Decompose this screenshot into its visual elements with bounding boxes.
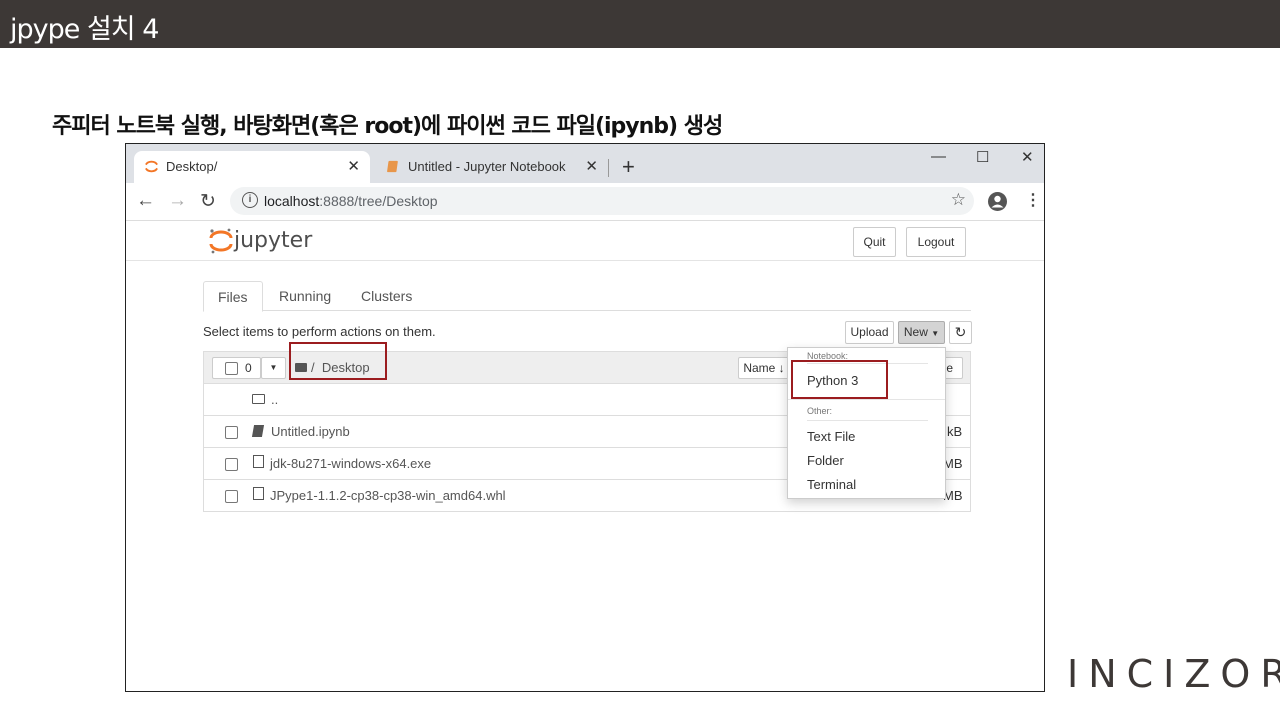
site-info-icon[interactable]: i bbox=[242, 192, 258, 208]
menu-item-text-file[interactable]: Text File bbox=[807, 429, 855, 444]
upload-button[interactable]: Upload bbox=[845, 321, 894, 344]
tab-running[interactable]: Running bbox=[265, 281, 345, 312]
maximize-icon[interactable]: ☐ bbox=[976, 148, 989, 166]
jupyter-favicon-icon bbox=[145, 160, 158, 173]
slide-title: jpype 설치 4 bbox=[10, 14, 159, 45]
browser-tab-label: Desktop/ bbox=[166, 159, 218, 174]
sort-name-button[interactable]: Name ↓ bbox=[738, 357, 790, 379]
notebook-icon bbox=[251, 425, 265, 437]
quit-button[interactable]: Quit bbox=[853, 227, 896, 257]
back-arrow-icon[interactable]: ← bbox=[136, 190, 155, 212]
minimize-icon[interactable]: — bbox=[931, 148, 946, 165]
row-checkbox[interactable] bbox=[225, 458, 238, 471]
sort-name-label: Name bbox=[743, 361, 776, 375]
slide-header: jpype 설치 4 bbox=[0, 0, 1280, 48]
close-window-icon[interactable]: ✕ bbox=[1021, 148, 1034, 166]
notebook-favicon-icon bbox=[387, 160, 398, 173]
jupyter-header: jupyter Quit Logout bbox=[126, 221, 1044, 261]
highlight-box-python3 bbox=[791, 360, 888, 399]
browser-tab-desktop[interactable]: Desktop/ ✕ bbox=[134, 151, 370, 183]
caret-down-icon: ▼ bbox=[931, 329, 940, 338]
select-caret-icon[interactable]: ▼ bbox=[261, 357, 286, 379]
folder-outline-icon bbox=[252, 394, 265, 404]
bookmark-star-icon[interactable]: ☆ bbox=[951, 190, 966, 210]
selected-count: 0 bbox=[245, 361, 252, 375]
row-checkbox[interactable] bbox=[225, 490, 238, 503]
select-all-checkbox[interactable] bbox=[225, 362, 238, 375]
divider bbox=[807, 420, 928, 421]
refresh-icon[interactable]: ↻ bbox=[949, 321, 972, 344]
file-name[interactable]: JPype1-1.1.2-cp38-cp38-win_amd64.whl bbox=[270, 488, 506, 503]
file-size: kB bbox=[947, 424, 963, 439]
arrow-down-icon: ↓ bbox=[778, 361, 785, 375]
tab-files[interactable]: Files bbox=[203, 281, 263, 312]
file-name[interactable]: Untitled.ipynb bbox=[271, 424, 350, 439]
file-icon bbox=[253, 487, 264, 500]
highlight-box-breadcrumb bbox=[289, 342, 387, 380]
reload-icon[interactable]: ↻ bbox=[200, 190, 216, 213]
browser-toolbar: ← → ↻ i localhost:8888/tree/Desktop ☆ ⋮ bbox=[126, 183, 1044, 221]
other-section-header: Other: bbox=[807, 406, 833, 416]
jupyter-brand: jupyter bbox=[234, 228, 313, 253]
url-text: localhost:8888/tree/Desktop bbox=[264, 193, 438, 209]
tab-strip: Desktop/ ✕ Untitled - Jupyter Notebook ✕… bbox=[126, 144, 1044, 183]
tab-close-icon[interactable]: ✕ bbox=[347, 157, 360, 175]
menu-item-terminal[interactable]: Terminal bbox=[807, 477, 856, 492]
logout-button[interactable]: Logout bbox=[906, 227, 966, 257]
slide-subtitle: 주피터 노트북 실행, 바탕화면(혹은 root)에 파이썬 코드 파일(ipy… bbox=[52, 114, 723, 139]
incizor-logo: INCIZOR bbox=[1067, 652, 1280, 696]
select-hint: Select items to perform actions on them. bbox=[203, 324, 436, 339]
file-icon bbox=[253, 455, 264, 468]
new-dropdown-button[interactable]: New ▼ bbox=[898, 321, 945, 344]
file-name[interactable]: .. bbox=[271, 392, 278, 407]
browser-window: Desktop/ ✕ Untitled - Jupyter Notebook ✕… bbox=[125, 143, 1045, 692]
tab-clusters[interactable]: Clusters bbox=[347, 281, 426, 312]
menu-item-folder[interactable]: Folder bbox=[807, 453, 844, 468]
jupyter-tabs: Files Running Clusters bbox=[203, 281, 971, 312]
new-tab-icon[interactable]: + bbox=[622, 154, 635, 180]
tab-divider bbox=[608, 159, 609, 177]
incizor-wordmark: INCIZOR bbox=[1067, 652, 1280, 696]
jupyter-logo-icon bbox=[209, 228, 233, 254]
menu-kebab-icon[interactable]: ⋮ bbox=[1025, 190, 1041, 210]
profile-avatar-icon[interactable] bbox=[988, 192, 1007, 211]
browser-tab-untitled[interactable]: Untitled - Jupyter Notebook ✕ bbox=[376, 151, 608, 183]
new-button-label: New bbox=[903, 325, 928, 339]
divider bbox=[788, 399, 945, 400]
row-checkbox[interactable] bbox=[225, 426, 238, 439]
tab-close-icon[interactable]: ✕ bbox=[585, 157, 598, 175]
browser-tab-label: Untitled - Jupyter Notebook bbox=[408, 159, 566, 174]
address-bar[interactable]: i localhost:8888/tree/Desktop ☆ bbox=[230, 187, 974, 215]
file-name[interactable]: jdk-8u271-windows-x64.exe bbox=[270, 456, 431, 471]
forward-arrow-icon[interactable]: → bbox=[168, 190, 187, 212]
select-all-control[interactable]: 0 bbox=[212, 357, 261, 379]
